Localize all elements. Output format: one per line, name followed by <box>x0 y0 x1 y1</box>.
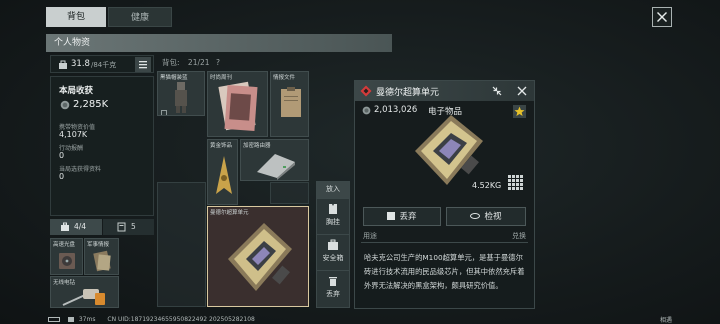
inspect-button[interactable]: 检视 <box>446 207 526 226</box>
router-item-icon <box>257 154 295 180</box>
discard-side-button[interactable]: 丢弃 <box>317 270 349 307</box>
equip-tab-bags[interactable]: 4/4 <box>50 219 102 235</box>
divider <box>361 242 528 243</box>
document-item-icon <box>93 250 111 272</box>
briefcase-icon <box>61 222 69 231</box>
ping-value: 37ms <box>78 316 96 323</box>
item-label: 曼德尔超算单元 <box>210 210 249 216</box>
rarity-icon <box>360 85 372 97</box>
file-item-icon <box>281 87 301 117</box>
intel-value: 0 <box>59 172 65 181</box>
item-cell-file[interactable]: 情报文件 <box>270 71 309 137</box>
collapse-icon[interactable] <box>491 85 503 97</box>
item-cell-supercomputer[interactable]: 曼德尔超算单元 <box>207 206 309 307</box>
exchange-tab[interactable]: 兑换 <box>512 231 526 241</box>
corner-label: 相遇 <box>660 317 673 324</box>
chest-rig-label: 胸挂 <box>326 218 340 226</box>
favorite-button[interactable] <box>513 105 526 118</box>
disc-item-icon <box>59 253 75 269</box>
section-title: 个人物资 <box>54 38 91 48</box>
safe-box-label: 安全箱 <box>322 254 344 262</box>
put-in-header: 放入 <box>317 182 349 198</box>
item-detail-panel: 曼德尔超算单元 2,013,026 电子物品 4.52KG 丢弃 检视 用途 兑… <box>354 80 535 309</box>
uid-text: CN UID:18719234655950822492 202505282108 <box>107 316 255 323</box>
detail-description: 哈夫克公司生产的M100超算单元，是基于曼德尔砖进行技术流用的民品级芯片，但其中… <box>364 253 525 290</box>
discard-side-label: 丢弃 <box>326 290 340 298</box>
weight-bar: 31.8 /84千克 <box>50 55 154 73</box>
item-cell-hat[interactable]: 黑猫帽装蓝 <box>157 71 205 116</box>
weight-icon <box>59 60 67 69</box>
tab-backpack[interactable]: 背包 <box>46 7 106 27</box>
backpack-label: 背包: <box>162 58 180 67</box>
item-label: 高速光盘 <box>53 242 76 248</box>
item-cell-gold[interactable]: 黄金饰品 <box>207 139 238 205</box>
section-header: 个人物资 <box>46 34 392 52</box>
safe-box-button[interactable]: 安全箱 <box>317 234 349 270</box>
eye-icon <box>470 213 481 219</box>
card-icon <box>117 222 126 232</box>
item-label: 加密路由器 <box>243 143 271 149</box>
weight-capacity: /84千克 <box>91 61 117 69</box>
trash-icon <box>329 277 337 286</box>
backpack-help[interactable]: ? <box>216 58 220 67</box>
item-cell-magazine[interactable]: 时尚周刊 <box>207 71 268 137</box>
vest-icon <box>329 204 337 214</box>
close-icon <box>656 11 668 23</box>
item-label: 情报文件 <box>273 75 296 81</box>
inspect-label: 检视 <box>484 212 502 222</box>
trash-small-icon <box>387 212 396 220</box>
safe-icon <box>328 239 338 250</box>
discard-label: 丢弃 <box>399 212 417 222</box>
tag-icon <box>161 110 167 115</box>
item-cell-disc[interactable]: 高速光盘 <box>50 238 83 275</box>
intel-label: 当局选获得资料 <box>59 166 102 173</box>
magazine-item-icon <box>218 81 258 131</box>
backpack-count: 21/21 <box>187 58 210 67</box>
earnings-title: 本局收获 <box>59 86 94 96</box>
earnings-amount: 2,285K <box>73 99 109 110</box>
item-cell-intel[interactable]: 军事情报 <box>84 238 119 275</box>
star-icon <box>514 106 525 116</box>
use-tab[interactable]: 用途 <box>363 231 377 241</box>
item-cell-drill[interactable]: 无线电钻 <box>50 276 119 308</box>
empty-slots <box>157 182 206 307</box>
drill-item-icon <box>62 289 105 306</box>
coin-icon <box>60 100 70 110</box>
detail-weight: 4.52KG <box>472 181 502 190</box>
status-bar: 37ms CN UID:18719234655950822492 2025052… <box>48 315 255 324</box>
chip-item-icon <box>228 223 292 291</box>
action-column: 放入 胸挂 安全箱 丢弃 <box>316 181 350 308</box>
chest-rig-button[interactable]: 胸挂 <box>317 198 349 234</box>
backpack-header: 背包: 21/21 ? <box>162 57 220 68</box>
earnings-panel: 本局收获 2,285K 携带物资价值 4,107K 行动报酬 0 当局选获得资料… <box>50 76 154 216</box>
discard-button[interactable]: 丢弃 <box>363 207 441 226</box>
list-icon <box>139 61 147 69</box>
equip-count-bags: 4/4 <box>74 222 87 231</box>
close-button[interactable] <box>652 7 672 27</box>
gold-item-icon <box>216 156 232 194</box>
equip-tab-cards[interactable]: 5 <box>103 219 154 235</box>
tab-health[interactable]: 健康 <box>108 7 172 27</box>
wifi-icon <box>67 317 74 322</box>
carry-value: 4,107K <box>59 130 88 139</box>
list-view-button[interactable] <box>135 57 151 72</box>
item-cell-router[interactable]: 加密路由器 <box>240 139 309 181</box>
reward-value: 0 <box>59 151 65 160</box>
figurine-item-icon <box>175 82 187 113</box>
price-coin-icon <box>362 106 371 115</box>
empty-slot <box>270 182 309 204</box>
close-detail-icon[interactable] <box>516 85 528 97</box>
size-grid-icon <box>508 175 523 190</box>
item-label: 黄金饰品 <box>210 143 233 149</box>
battery-icon <box>48 317 60 322</box>
equip-count-cards: 5 <box>131 222 136 231</box>
detail-title: 曼德尔超算单元 <box>376 88 440 98</box>
weight-value: 31.8 <box>71 59 90 69</box>
detail-header: 曼德尔超算单元 <box>355 81 534 101</box>
item-label: 军事情报 <box>87 242 110 248</box>
